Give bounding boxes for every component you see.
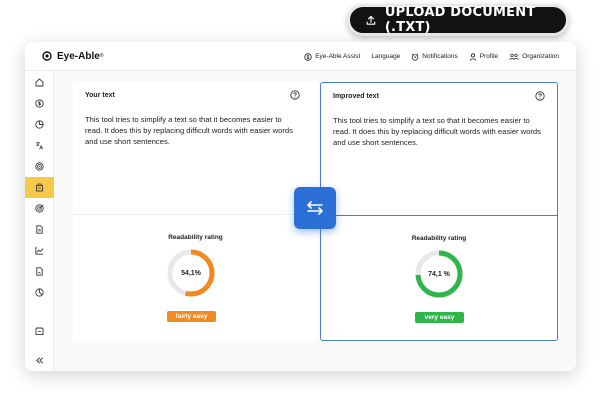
your-text-input[interactable]: This tool tries to simplify a text so th… [85, 114, 295, 147]
nav-notifications[interactable]: Notifications [411, 53, 458, 61]
improved-text-title: Improved text [333, 93, 379, 100]
eye-able-logo-icon [42, 51, 52, 61]
pie-chart-icon [35, 120, 44, 129]
sidebar-item-statistics[interactable] [25, 114, 54, 135]
info-icon[interactable] [535, 91, 545, 101]
nav-language-label: Language [371, 53, 401, 60]
message-icon [35, 327, 44, 336]
top-nav: Eye-Able Assist Language Notifications P… [293, 42, 559, 71]
sidebar-item-home[interactable] [25, 72, 54, 93]
nav-notifications-label: Notifications [422, 53, 458, 60]
your-text-badge: fairly easy [167, 311, 216, 322]
clock-chart-icon [35, 288, 44, 297]
sidebar [25, 71, 54, 371]
nav-profile-label: Profile [479, 53, 499, 60]
sidebar-item-support[interactable] [25, 321, 54, 342]
sidebar-collapse-button[interactable] [25, 350, 54, 371]
your-text-readability-gauge: 54,1% [166, 248, 216, 298]
top-bar: Eye-Able ® Eye-Able Assist Language Notif… [25, 42, 576, 71]
panel-divider [73, 214, 318, 215]
brand-logo[interactable]: Eye-Able ® [42, 51, 103, 62]
your-text-rating-label: Readability rating [168, 234, 223, 241]
improved-text-panel: Improved text This tool tries to simplif… [320, 82, 558, 341]
collapse-icon [36, 357, 43, 364]
home-icon [35, 78, 44, 87]
sidebar-item-history[interactable] [25, 282, 54, 303]
sidebar-item-translation[interactable] [25, 135, 54, 156]
pdf-icon [36, 225, 43, 234]
person-icon [469, 52, 476, 61]
brand-name: Eye-Able [57, 50, 100, 62]
improved-text-score: 74,1 % [428, 270, 450, 278]
sidebar-item-audit[interactable] [25, 156, 54, 177]
sidebar-item-reports[interactable] [25, 261, 54, 282]
upload-document-label: UPLOAD DOCUMENT (.TXT) [384, 5, 536, 35]
translate-icon [35, 142, 44, 150]
upload-icon [366, 15, 376, 25]
upload-document-button[interactable]: UPLOAD DOCUMENT (.TXT) [347, 4, 569, 36]
app-window: Eye-Able ® Eye-Able Assist Language Notif… [25, 42, 576, 371]
sidebar-item-assist[interactable] [25, 93, 54, 114]
sidebar-item-goals[interactable] [25, 198, 54, 219]
nav-eye-able-assist-label: Eye-Able Assist [315, 53, 361, 60]
improved-text-badge: very easy [415, 312, 464, 323]
improved-text-output: This tool tries to simplify a text so th… [333, 116, 541, 147]
improved-text-readability-gauge: 74,1 % [414, 249, 464, 299]
info-icon[interactable] [290, 90, 300, 100]
nav-language[interactable]: Language [371, 53, 400, 60]
sidebar-item-pdf[interactable] [25, 219, 54, 240]
nav-organization[interactable]: Organization [509, 53, 559, 61]
simplify-swap-button[interactable] [294, 187, 336, 229]
your-text-title: Your text [85, 92, 115, 99]
brand-registered-mark: ® [99, 53, 104, 59]
sidebar-item-trends[interactable] [25, 240, 54, 261]
improved-text-rating-label: Readability rating [411, 235, 467, 242]
goal-icon [35, 204, 44, 213]
nav-profile[interactable]: Profile [469, 52, 499, 61]
report-icon [36, 267, 43, 276]
swap-arrows-icon [307, 201, 323, 215]
nav-organization-label: Organization [522, 53, 559, 60]
line-chart-icon [35, 247, 44, 255]
your-text-score: 54,1% [181, 269, 201, 277]
dollar-icon [35, 99, 44, 108]
your-text-panel: Your text This tool tries to simplify a … [73, 82, 318, 341]
alarm-icon [412, 53, 419, 61]
panel-divider [321, 215, 557, 216]
people-icon [509, 53, 519, 60]
nav-eye-able-assist[interactable]: Eye-Able Assist [304, 52, 361, 61]
target-icon [35, 162, 44, 171]
sidebar-item-easy-language[interactable] [25, 177, 54, 198]
document-tool-icon [36, 183, 43, 192]
dollar-circle-icon [304, 52, 312, 61]
